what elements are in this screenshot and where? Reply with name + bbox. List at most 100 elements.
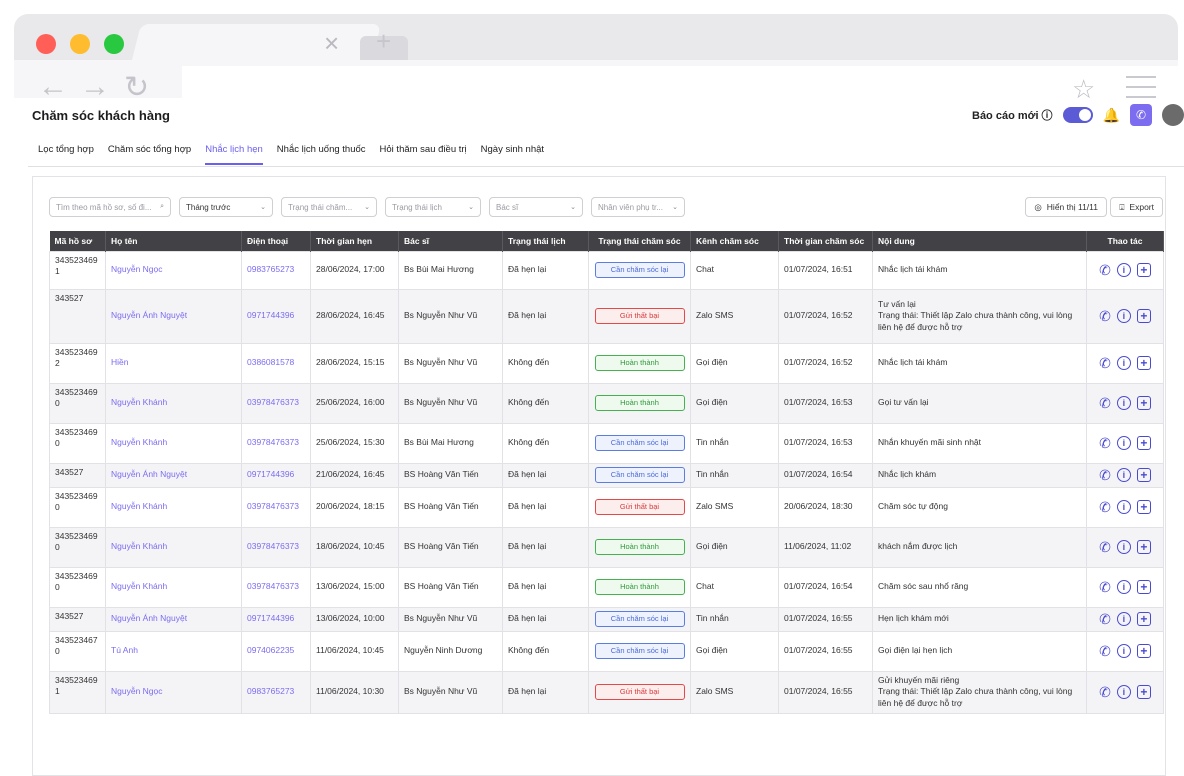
table-row[interactable]: 343523469 2 Hiền 0386081578 28/06/2024, 15:… [49,342,1164,384]
add-icon[interactable]: + [1136,685,1151,699]
table-row[interactable]: 343523469 0 Nguyễn Khánh 03978476373 13/06/… [49,566,1164,608]
add-icon[interactable]: + [1136,356,1151,370]
info-icon[interactable]: i [1116,263,1131,277]
customer-name-link[interactable]: Nguyễn Ánh Nguyệt [111,613,187,623]
table-row[interactable]: 343527 Nguyễn Ánh Nguyệt 0971744396 28/06/2… [49,288,1164,344]
info-icon[interactable]: i [1116,644,1131,658]
column-header[interactable]: Trạng thái lịch [502,231,589,251]
phone-icon[interactable]: ✆ [1099,500,1111,514]
tab-3[interactable]: Nhắc lịch hẹn [205,144,263,165]
add-icon[interactable]: + [1136,396,1151,410]
customer-name-link[interactable]: Nguyễn Khánh [111,581,167,591]
add-icon[interactable]: + [1136,612,1151,626]
plus-icon[interactable]: + [376,26,391,57]
table-row[interactable]: 343527 Nguyễn Ánh Nguyệt 0971744396 21/06/2… [49,462,1164,488]
maximize-window-button[interactable] [104,34,124,54]
customer-name-link[interactable]: Tú Anh [111,645,138,655]
phone-link[interactable]: 0983765273 [247,686,294,696]
add-icon[interactable]: + [1136,540,1151,554]
phone-link[interactable]: 03978476373 [247,581,299,591]
tab-2[interactable]: Chăm sóc tổng hợp [108,144,191,165]
address-bar[interactable] [182,66,1178,100]
column-header[interactable]: Thao tác [1086,231,1164,251]
add-icon[interactable]: + [1136,436,1151,450]
customer-name-link[interactable]: Nguyễn Khánh [111,541,167,551]
staff-select[interactable]: Nhân viên phụ tr... ⌄ [591,197,685,217]
phone-link[interactable]: 03978476373 [247,437,299,447]
column-header[interactable]: Trạng thái chăm sóc [588,231,691,251]
phone-link[interactable]: 0974062235 [247,645,294,655]
close-tab-icon[interactable]: × [324,28,339,59]
column-header[interactable]: Họ tên [105,231,242,251]
tab-4[interactable]: Nhắc lịch uống thuốc [277,144,366,165]
phone-icon[interactable]: ✆ [1099,540,1111,554]
info-icon[interactable]: i [1116,356,1131,370]
customer-name-link[interactable]: Nguyễn Ánh Nguyệt [111,310,187,320]
phone-icon[interactable]: ✆ [1099,685,1111,699]
table-row[interactable]: 343527 Nguyễn Ánh Nguyệt 0971744396 13/06/2… [49,606,1164,632]
phone-link[interactable]: 0971744396 [247,469,294,479]
column-header[interactable]: Kênh chăm sóc [690,231,779,251]
column-header[interactable]: Thời gian chăm sóc [778,231,873,251]
avatar[interactable] [1162,104,1184,126]
minimize-window-button[interactable] [70,34,90,54]
info-icon[interactable]: i [1116,580,1131,594]
phone-link[interactable]: 03978476373 [247,541,299,551]
info-icon[interactable]: i [1116,685,1131,699]
tab-5[interactable]: Hỏi thăm sau điều trị [380,144,467,165]
add-icon[interactable]: + [1136,644,1151,658]
info-icon[interactable]: i [1116,468,1131,482]
customer-name-link[interactable]: Nguyễn Ánh Nguyệt [111,469,187,479]
browser-tab[interactable] [132,24,381,60]
customer-name-link[interactable]: Nguyễn Khánh [111,397,167,407]
table-row[interactable]: 343523469 1 Nguyễn Ngọc 0983765273 11/06/20… [49,670,1164,714]
add-icon[interactable]: + [1136,500,1151,514]
info-icon[interactable]: i [1116,540,1131,554]
phone-icon[interactable]: ✆ [1099,309,1111,323]
phone-link[interactable]: 0983765273 [247,264,294,274]
info-icon[interactable]: i [1116,500,1131,514]
table-row[interactable]: 343523469 1 Nguyễn Ngọc 0983765273 28/06/20… [49,250,1164,290]
column-header[interactable]: Bác sĩ [398,231,503,251]
customer-name-link[interactable]: Nguyễn Khánh [111,437,167,447]
tab-1[interactable]: Lọc tổng hợp [38,144,94,165]
table-row[interactable]: 343523467 0 Tú Anh 0974062235 11/06/2024, 1… [49,630,1164,672]
customer-name-link[interactable]: Hiền [111,357,128,367]
care-status-select[interactable]: Trạng thái chăm... ⌄ [281,197,377,217]
phone-icon[interactable]: ✆ [1099,263,1111,277]
call-button[interactable]: ✆ [1130,104,1152,126]
phone-link[interactable]: 0971744396 [247,310,294,320]
phone-icon[interactable]: ✆ [1099,356,1111,370]
table-row[interactable]: 343523469 0 Nguyễn Khánh 03978476373 20/06/… [49,486,1164,528]
column-header[interactable]: Nội dung [872,231,1087,251]
phone-link[interactable]: 03978476373 [247,501,299,511]
customer-name-link[interactable]: Nguyễn Ngọc [111,264,163,274]
table-row[interactable]: 343523469 0 Nguyễn Khánh 03978476373 25/06/… [49,382,1164,424]
info-icon[interactable]: i [1116,396,1131,410]
bell-icon[interactable]: 🔔 [1103,107,1120,124]
search-input[interactable]: Tìm theo mã hồ sơ, số đi... ⌕ [49,197,171,217]
appt-status-select[interactable]: Trạng thái lịch ⌄ [385,197,481,217]
info-icon[interactable]: i [1116,309,1131,323]
column-header[interactable]: Điện thoại [241,231,311,251]
doctor-select[interactable]: Bác sĩ ⌄ [489,197,583,217]
phone-link[interactable]: 0386081578 [247,357,294,367]
column-header[interactable]: Thời gian hẹn [310,231,399,251]
close-window-button[interactable] [36,34,56,54]
phone-icon[interactable]: ✆ [1099,644,1111,658]
table-row[interactable]: 343523469 0 Nguyễn Khánh 03978476373 25/06/… [49,422,1164,464]
phone-link[interactable]: 03978476373 [247,397,299,407]
export-button[interactable]: ⍗ Export [1110,197,1163,217]
show-columns-button[interactable]: ◎ Hiển thị 11/11 [1025,197,1107,217]
add-icon[interactable]: + [1136,263,1151,277]
table-row[interactable]: 343523469 0 Nguyễn Khánh 03978476373 18/06/… [49,526,1164,568]
add-icon[interactable]: + [1136,309,1151,323]
info-icon[interactable]: i [1116,436,1131,450]
phone-icon[interactable]: ✆ [1099,580,1111,594]
new-report-toggle[interactable] [1062,107,1093,123]
customer-name-link[interactable]: Nguyễn Ngọc [111,686,163,696]
customer-name-link[interactable]: Nguyễn Khánh [111,501,167,511]
add-icon[interactable]: + [1136,468,1151,482]
column-header[interactable]: Mã hồ sơ [49,231,106,251]
phone-icon[interactable]: ✆ [1099,468,1111,482]
